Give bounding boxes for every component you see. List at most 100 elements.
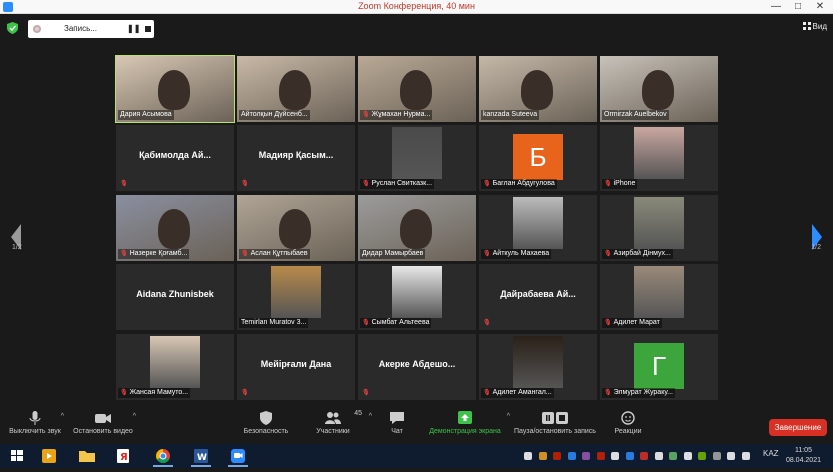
tray-app-icon[interactable]: [640, 452, 648, 460]
participant-name-label: 🎙: [118, 179, 132, 189]
muted-microphone-icon: 🎙: [241, 251, 249, 257]
tray-app-icon[interactable]: [524, 452, 532, 460]
view-button[interactable]: Вид: [802, 22, 827, 31]
tray-app-icon[interactable]: [582, 452, 590, 460]
tray-app-icon[interactable]: [567, 452, 576, 460]
participants-options-caret-icon[interactable]: ^: [369, 413, 372, 420]
participant-tile[interactable]: 🎙 Адилет Амангал...: [479, 334, 597, 400]
clock-date: 08.04.2021: [785, 457, 821, 464]
participant-tile[interactable]: 🎙 Адилет Марат: [600, 264, 718, 330]
muted-microphone-icon: 🎙: [120, 251, 128, 257]
participant-name: Азирбай Дінмух...: [613, 250, 671, 257]
video-options-caret-icon[interactable]: ^: [133, 413, 136, 420]
participant-tile[interactable]: 🎙 Азирбай Дінмух...: [600, 195, 718, 261]
stop-recording-icon[interactable]: [145, 26, 151, 32]
tray-app-icon[interactable]: [698, 452, 706, 460]
stop-video-button[interactable]: Остановить видео ^: [70, 410, 136, 435]
taskbar-yandex-browser[interactable]: Я: [110, 445, 136, 467]
tray-app-icon[interactable]: [741, 452, 750, 460]
participant-tile[interactable]: Қабимолда Ай... 🎙: [116, 125, 234, 191]
participant-tile[interactable]: Акерке Абдешо... 🎙: [358, 334, 476, 400]
muted-microphone-icon: 🎙: [604, 251, 612, 257]
participant-tile[interactable]: Айтолқын Дүйсенб...: [237, 56, 355, 122]
participant-tile[interactable]: kanzada Suteeva: [479, 56, 597, 122]
participant-letter-avatar: Б: [513, 134, 563, 180]
participant-tile[interactable]: 🎙 Аслан Құтпыбаев: [237, 195, 355, 261]
participant-tile[interactable]: Дайрабаева Ай... 🎙: [479, 264, 597, 330]
participant-tile[interactable]: Мадияр Қасым... 🎙: [237, 125, 355, 191]
participant-tile[interactable]: Ormirzak Auelbekov: [600, 56, 718, 122]
participant-tile[interactable]: Мейірғали Дана 🎙: [237, 334, 355, 400]
participant-name-label: Дария Асымова: [118, 110, 174, 120]
end-meeting-button[interactable]: Завершение: [769, 419, 827, 436]
pause-stop-recording-button[interactable]: Пауза/остановить запись: [510, 410, 600, 435]
participant-tile[interactable]: Temirlan Muratov 3...: [237, 264, 355, 330]
minimize-button[interactable]: —: [765, 0, 787, 14]
maximize-button[interactable]: □: [787, 0, 809, 14]
word-icon: W: [194, 449, 208, 463]
tray-app-icon[interactable]: [538, 452, 547, 460]
participant-tile[interactable]: 🎙 Руслан Свитказк...: [358, 125, 476, 191]
share-screen-label: Демонстрация экрана: [429, 428, 501, 435]
person-silhouette: [521, 70, 553, 110]
participant-tile[interactable]: Дария Асымова: [115, 55, 235, 123]
audio-options-caret-icon[interactable]: ^: [61, 413, 64, 420]
muted-microphone-icon: 🎙: [604, 320, 612, 326]
participant-tile[interactable]: Б 🎙 Баглан Абдугулова: [479, 125, 597, 191]
close-button[interactable]: ✕: [809, 0, 831, 14]
participant-display-name: Акерке Абдешо...: [378, 359, 456, 369]
participant-tile[interactable]: 🎙 Жансая Мамуто...: [116, 334, 234, 400]
taskbar-file-explorer[interactable]: [74, 445, 100, 467]
participant-tile[interactable]: 🎙 Сымбат Альтеева: [358, 264, 476, 330]
tray-app-icon[interactable]: [596, 452, 605, 460]
participant-name: Жансая Мамуто...: [129, 389, 189, 396]
participant-profile-photo: [634, 127, 684, 179]
mute-button[interactable]: Выключить звук ^: [4, 410, 66, 435]
participant-name: Дария Асымова: [120, 111, 172, 118]
participant-profile-photo: [513, 197, 563, 249]
participant-profile-photo: [150, 336, 200, 388]
reactions-smiley-icon: [621, 411, 635, 425]
person-silhouette: [158, 209, 190, 249]
participant-tile[interactable]: Г 🎙 Элмурат Жураку...: [600, 334, 718, 400]
participant-name-label: 🎙 Адилет Амангал...: [481, 388, 554, 398]
taskbar-clock[interactable]: 11:05 08.04.2021: [786, 446, 821, 466]
participant-name: Дидар Мамырбаев: [362, 250, 424, 257]
participant-display-name: Aidana Zhunisbek: [136, 289, 214, 299]
tray-app-icon[interactable]: [625, 452, 634, 460]
participant-name: Элмурат Жураку...: [613, 389, 673, 396]
participant-name-label: Temirlan Muratov 3...: [239, 318, 309, 328]
taskbar-chrome[interactable]: [150, 445, 176, 467]
taskbar-zoom[interactable]: [225, 445, 251, 467]
pause-recording-icon[interactable]: ❚❚: [127, 24, 140, 33]
reactions-button[interactable]: Реакции: [612, 410, 644, 435]
tray-app-icon[interactable]: [611, 452, 619, 460]
tray-app-icon[interactable]: [712, 452, 721, 460]
participant-display-name: Мейірғали Дана: [260, 359, 332, 369]
tray-app-icon[interactable]: [683, 452, 692, 460]
participant-tile[interactable]: Дидар Мамырбаев: [358, 195, 476, 261]
participant-tile[interactable]: 🎙 Айткуль Махаева: [479, 195, 597, 261]
taskbar-media-player[interactable]: [36, 445, 62, 467]
participant-tile[interactable]: 🎙 Жұмахан Нурма...: [358, 56, 476, 122]
meeting-topbar: Запись... ❚❚ Вид: [0, 18, 833, 38]
security-button[interactable]: Безопасность: [238, 410, 294, 435]
svg-text:Я: Я: [120, 452, 128, 463]
tray-app-icon[interactable]: [669, 452, 677, 460]
participants-icon: [325, 412, 341, 424]
person-silhouette: [158, 70, 190, 110]
participant-tile[interactable]: 🎙 iPhone: [600, 125, 718, 191]
tray-app-icon[interactable]: [727, 452, 735, 460]
participant-tile[interactable]: Aidana Zhunisbek: [116, 264, 234, 330]
tray-app-icon[interactable]: [553, 452, 561, 460]
share-screen-button[interactable]: Демонстрация экрана ^: [426, 410, 510, 435]
chat-button[interactable]: Чат: [387, 410, 407, 435]
taskbar-word[interactable]: W: [188, 445, 214, 467]
windows-start-button[interactable]: [4, 445, 30, 467]
language-indicator[interactable]: KAZ: [763, 449, 779, 458]
participants-button[interactable]: Участники 45 ^: [312, 410, 372, 435]
tray-app-icon[interactable]: [654, 452, 663, 460]
participant-tile[interactable]: 🎙 Назерке Қоғамб...: [116, 195, 234, 261]
window-controls: — □ ✕: [765, 0, 831, 14]
encryption-shield-icon[interactable]: [7, 22, 18, 34]
